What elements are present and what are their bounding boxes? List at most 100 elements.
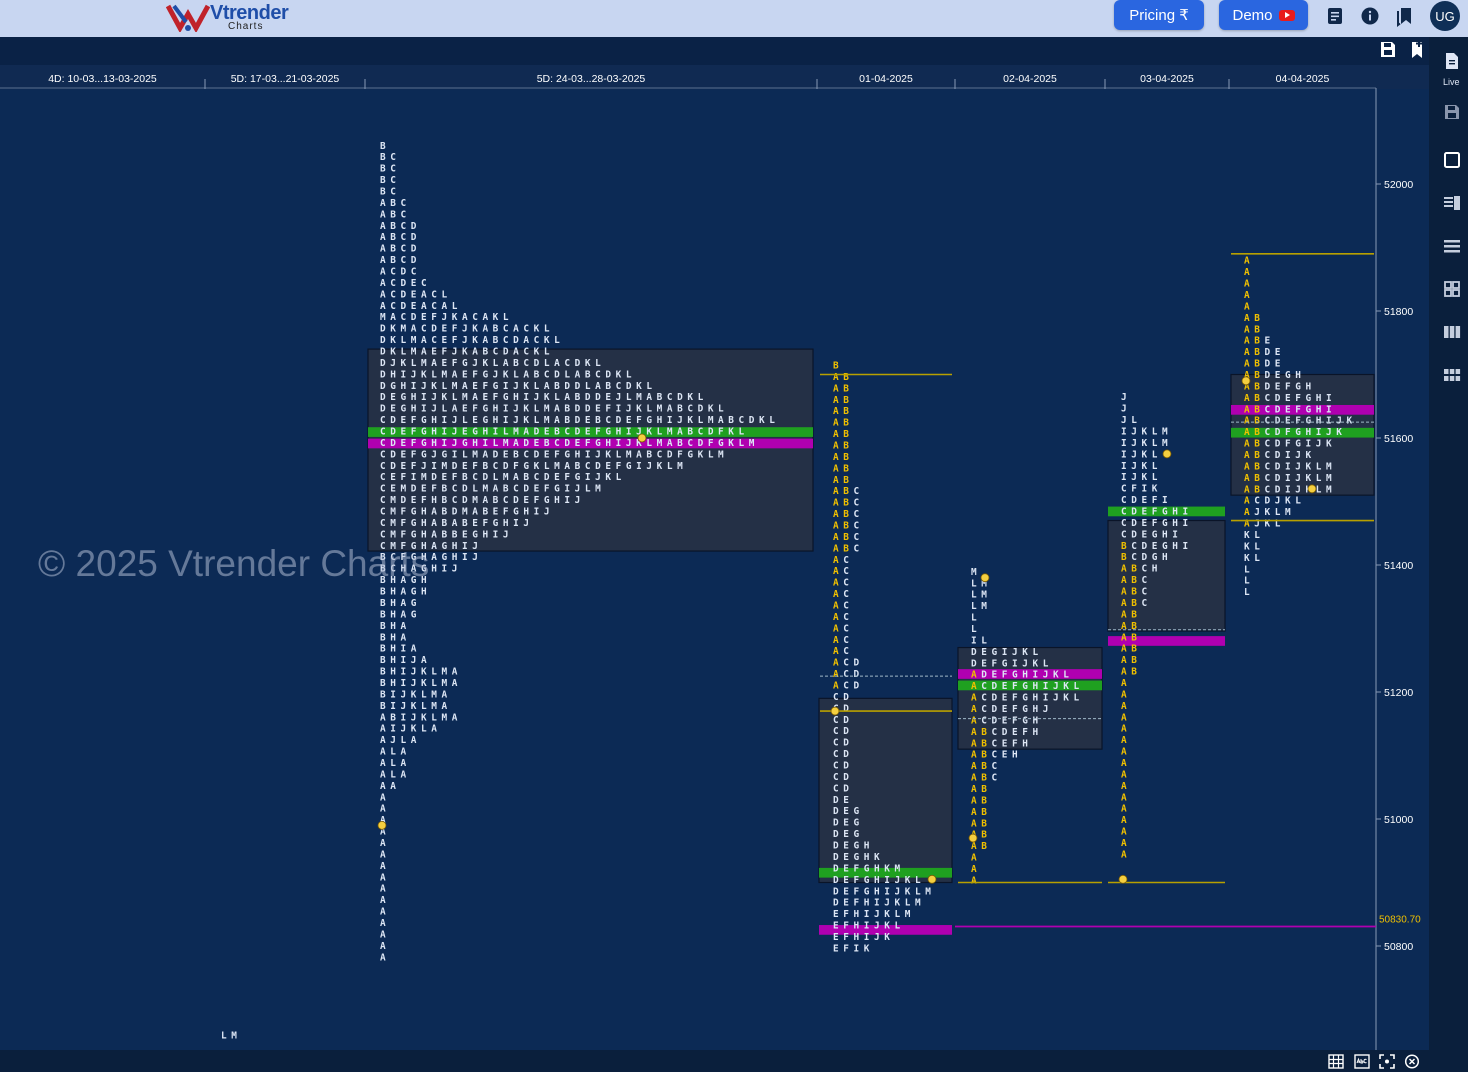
live-document-icon[interactable] <box>1442 51 1462 71</box>
tpo-row: A <box>1121 712 1131 723</box>
table-grid-icon[interactable] <box>1328 1054 1344 1069</box>
pricing-button[interactable]: Pricing ₹ <box>1114 0 1204 30</box>
tpo-row: A <box>1121 792 1131 803</box>
tpo-row: AB <box>971 807 992 818</box>
tpo-row: ACDEACAL <box>380 301 462 312</box>
tpo-row: A <box>380 929 390 940</box>
tpo-row: A <box>380 872 390 883</box>
save-icon-side[interactable] <box>1442 102 1462 122</box>
vtrender-logo[interactable]: Vtrender Charts <box>165 2 289 34</box>
tpo-row: LM <box>971 590 992 601</box>
tpo-row: CD <box>833 783 854 794</box>
tpo-row: AB <box>833 463 854 474</box>
tpo-row: ABCEFH <box>971 738 1032 749</box>
close-circle-icon[interactable] <box>1404 1054 1420 1069</box>
tpo-row: ACD <box>833 658 864 669</box>
tpo-row: DEGHIJKLMAEFGHIJKLABDDEJLMABCDKL <box>380 392 708 403</box>
tpo-row: MACDEFJKACAKL <box>380 312 513 323</box>
tpo-row: ABDE <box>1244 359 1285 370</box>
tpo-row: ALA <box>380 747 411 758</box>
youtube-icon <box>1278 9 1295 21</box>
tpo-row: ABCDIJKLM <box>1244 484 1336 495</box>
tpo-row: AB <box>1244 324 1265 335</box>
tpo-row: ABCDIJK <box>1244 450 1316 461</box>
tpo-row: AB <box>1121 609 1142 620</box>
tpo-row: CD <box>833 726 854 737</box>
tpo-row: AB <box>1121 644 1142 655</box>
tpo-row: JL <box>1121 415 1142 426</box>
tpo-row: ACD <box>833 669 864 680</box>
bookmarks-icon[interactable] <box>1394 5 1416 27</box>
profile-0: BBCBCBCBCABCABCABCDABCDABCDABCDACDCACDEC… <box>367 141 814 963</box>
tpo-row: ABCDEFGHI <box>1244 404 1336 415</box>
panel-layout-icon[interactable] <box>1442 193 1462 213</box>
tpo-row: AB <box>833 452 854 463</box>
tpo-row: ACDEFGH <box>971 715 1043 726</box>
tpo-row: CD <box>833 715 854 726</box>
tpo-row: A <box>1121 769 1131 780</box>
open-close-marker <box>1118 874 1128 884</box>
tpo-row: A <box>1244 301 1254 312</box>
session-header-label: 03-04-2025 <box>1140 73 1194 85</box>
user-avatar[interactable]: UG <box>1430 1 1460 31</box>
watermark: © 2025 Vtrender Charts <box>38 543 430 584</box>
abc-labels-icon[interactable] <box>1354 1054 1370 1069</box>
tpo-row: DGHIJKLMAEFGIJKLABDDLABCDKL <box>380 381 657 392</box>
tpo-row: B <box>380 141 390 152</box>
tpo-row: AB <box>833 383 854 394</box>
tpo-row: DEGHIJLAEFGHIJKLMABDDEFIJKLMABCDKL <box>380 404 728 415</box>
tpo-row: CDEGHI <box>1121 529 1182 540</box>
chart-save-icon[interactable] <box>1381 42 1395 57</box>
open-close-marker <box>1241 376 1251 386</box>
tpo-row: CDEFGHI <box>1121 507 1193 518</box>
multi-grid-icon[interactable] <box>1442 365 1462 385</box>
tpo-row: DKMACDEFJKABCACKL <box>380 324 554 335</box>
tpo-row: CMFGHABABEFGHIJ <box>380 518 534 529</box>
tpo-row: A <box>971 853 981 864</box>
tpo-row: BC <box>380 186 401 197</box>
demo-label: Demo <box>1232 6 1273 24</box>
tpo-row: BHIJKLMA <box>380 678 462 689</box>
tpo-row: ABDEFGH <box>1244 381 1316 392</box>
profile-3: JJJLIJKLMIJKLMIJKLIJKLIJKLCFIKCDEFICDEFG… <box>1107 392 1226 860</box>
tpo-row: AC <box>833 578 854 589</box>
demo-button[interactable]: Demo <box>1219 0 1308 30</box>
tpo-row: L <box>971 624 981 635</box>
grid-layout-icon[interactable] <box>1442 279 1462 299</box>
tpo-row: AB <box>833 475 854 486</box>
tpo-row: BHAG <box>380 609 421 620</box>
fullscreen-icon[interactable] <box>1379 1054 1395 1069</box>
info-icon[interactable] <box>1359 5 1381 27</box>
tpo-row: A <box>380 884 390 895</box>
logo-subtext: Charts <box>228 21 264 32</box>
tpo-row: ACDEC <box>380 278 431 289</box>
tpo-row: CDEFGHIJGHILMADEBCDEFGHIJKLMABCDFGKLM <box>380 438 759 449</box>
tpo-row: BHA <box>380 632 411 643</box>
tpo-row: ABCD <box>380 232 421 243</box>
session-header-label: 04-04-2025 <box>1276 73 1330 85</box>
tpo-row: AC <box>833 635 854 646</box>
rows-layout-icon[interactable] <box>1442 236 1462 256</box>
columns-layout-icon[interactable] <box>1442 322 1462 342</box>
tpo-row: ALA <box>380 758 411 769</box>
session-header-strip <box>0 65 1429 89</box>
bottom-toolbar <box>0 1050 1429 1072</box>
tpo-row: AC <box>833 612 854 623</box>
tpo-row: ABC <box>833 520 864 531</box>
price-tick-label: 51000 <box>1384 814 1413 826</box>
tpo-row: A <box>1121 747 1131 758</box>
tpo-row: ALA <box>380 769 411 780</box>
tpo-row: A <box>380 907 390 918</box>
live-label: Live <box>1443 77 1460 87</box>
document-icon[interactable] <box>1324 5 1346 27</box>
tpo-row: CEMDEFBCDLMABCDEFGIJLM <box>380 484 605 495</box>
tpo-row: A <box>1121 678 1131 689</box>
tpo-row: KL <box>1244 530 1265 541</box>
tpo-row: CD <box>833 738 854 749</box>
tpo-row: LM <box>971 601 992 612</box>
square-icon[interactable] <box>1442 150 1462 170</box>
tpo-row: A <box>1121 689 1131 700</box>
tpo-row: A <box>1121 758 1131 769</box>
tpo-row: BHIJA <box>380 655 431 666</box>
tpo-row: BC <box>380 152 401 163</box>
